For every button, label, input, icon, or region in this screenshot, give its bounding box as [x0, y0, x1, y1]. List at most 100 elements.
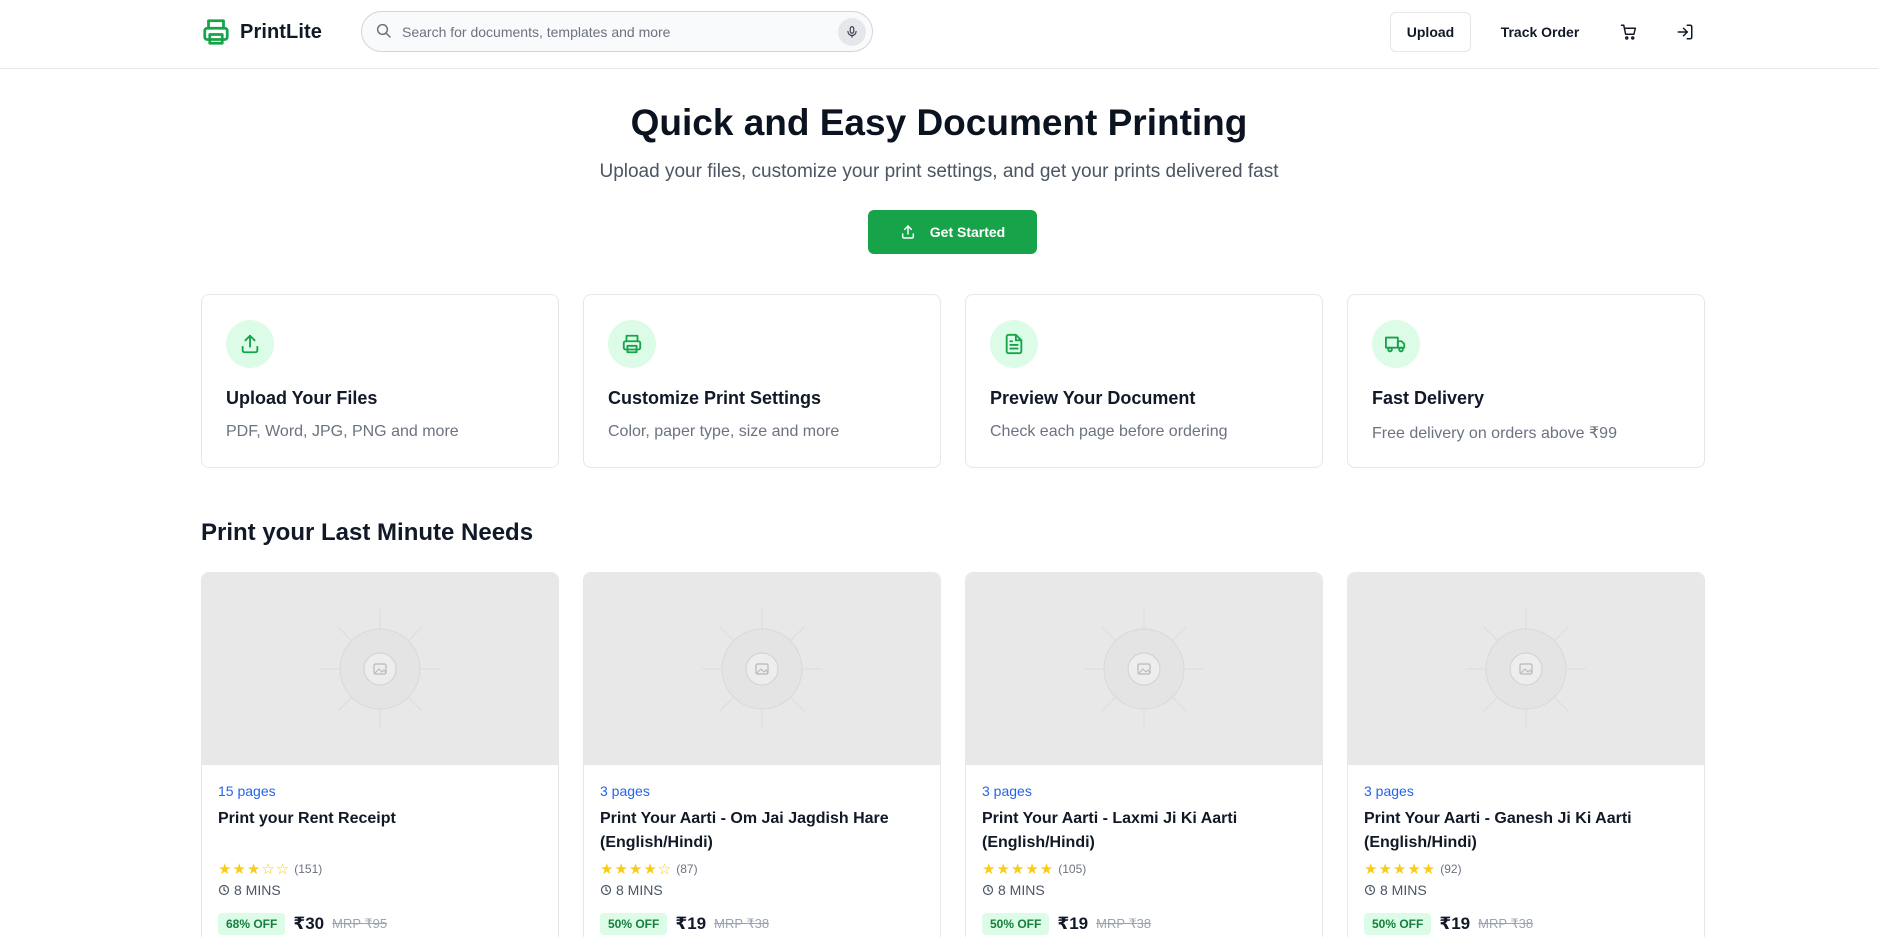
delivery-time: 8 MINS [600, 882, 663, 898]
discount-badge: 50% OFF [1364, 913, 1432, 935]
upload-icon [901, 225, 914, 239]
feature-description: Check each page before ordering [990, 423, 1228, 440]
image-placeholder-icon [320, 609, 440, 729]
search-icon [376, 23, 391, 38]
printer-icon [622, 334, 642, 354]
cart-icon [1620, 24, 1637, 40]
delivery-time-label: 8 MINS [616, 882, 663, 898]
product-card[interactable]: 3 pages Print Your Aarti - Om Jai Jagdis… [583, 572, 941, 937]
product-title: Print your Rent Receipt [218, 810, 396, 827]
price: ₹19 [675, 914, 707, 933]
feature-icon-wrap [608, 320, 656, 368]
product-title: Print Your Aarti - Laxmi Ji Ki Aarti (En… [982, 810, 1238, 851]
star-rating-icon: ★★★★★ [1364, 861, 1437, 878]
brand-logo[interactable]: PrintLite [201, 17, 322, 47]
discount-badge: 50% OFF [600, 913, 668, 935]
get-started-label: Get Started [929, 224, 1006, 240]
cart-button[interactable] [1613, 16, 1645, 48]
upload-icon [241, 334, 259, 354]
page-count: 3 pages [600, 783, 650, 799]
feature-description: Color, paper type, size and more [608, 423, 840, 440]
clock-icon [600, 884, 612, 896]
feature-card-delivery: Fast Delivery Free delivery on orders ab… [1347, 294, 1705, 468]
price-row: 50% OFF ₹19 MRP ₹38 [982, 913, 1151, 935]
rating: ★★★☆☆ (151) [218, 860, 322, 878]
product-card[interactable]: 3 pages Print Your Aarti - Ganesh Ji Ki … [1347, 572, 1705, 937]
hero-subtitle: Upload your files, customize your print … [599, 161, 1279, 182]
delivery-time: 8 MINS [1364, 882, 1427, 898]
truck-icon [1385, 336, 1406, 353]
delivery-time: 8 MINS [982, 882, 1045, 898]
feature-title: Customize Print Settings [608, 388, 822, 408]
mrp: MRP ₹38 [1478, 916, 1534, 931]
product-title: Print Your Aarti - Om Jai Jagdish Hare (… [600, 810, 889, 851]
price: ₹30 [293, 914, 325, 933]
search-bar[interactable] [361, 11, 873, 52]
feature-title: Preview Your Document [990, 388, 1196, 408]
get-started-button[interactable]: Get Started [868, 210, 1037, 254]
brand-name: PrintLite [240, 20, 323, 43]
hero-title: Quick and Easy Document Printing [630, 102, 1248, 143]
price-row: 68% OFF ₹30 MRP ₹95 [218, 913, 387, 935]
image-placeholder-icon [1466, 609, 1586, 729]
mic-icon [847, 26, 857, 38]
search-input[interactable] [402, 18, 822, 46]
price: ₹19 [1057, 914, 1089, 933]
product-title: Print Your Aarti - Ganesh Ji Ki Aarti (E… [1364, 810, 1632, 851]
product-card[interactable]: 3 pages Print Your Aarti - Laxmi Ji Ki A… [965, 572, 1323, 937]
product-image-placeholder [1348, 573, 1704, 765]
feature-description: PDF, Word, JPG, PNG and more [226, 423, 459, 440]
rating: ★★★★★ (105) [982, 860, 1086, 878]
review-count: (92) [1440, 862, 1462, 876]
delivery-time-label: 8 MINS [1380, 882, 1427, 898]
document-icon [1005, 333, 1023, 355]
top-navbar: PrintLite Upload Track Order [0, 0, 1878, 69]
page-count: 3 pages [982, 783, 1032, 799]
mrp: MRP ₹95 [332, 916, 388, 931]
upload-button[interactable]: Upload [1390, 12, 1471, 52]
feature-card-upload: Upload Your Files PDF, Word, JPG, PNG an… [201, 294, 559, 468]
login-button[interactable] [1669, 16, 1701, 48]
page-count: 15 pages [218, 783, 276, 799]
clock-icon [1364, 884, 1376, 896]
discount-badge: 50% OFF [982, 913, 1050, 935]
feature-icon-wrap [990, 320, 1038, 368]
delivery-time-label: 8 MINS [234, 882, 281, 898]
star-rating-icon: ★★★★★ [982, 861, 1055, 878]
delivery-time: 8 MINS [218, 882, 281, 898]
product-image-placeholder [202, 573, 558, 765]
feature-title: Fast Delivery [1372, 388, 1485, 408]
voice-search-button[interactable] [838, 18, 866, 46]
rating: ★★★★★ (92) [1364, 860, 1462, 878]
clock-icon [982, 884, 994, 896]
product-card[interactable]: 15 pages Print your Rent Receipt ★★★☆☆ (… [201, 572, 559, 937]
star-rating-icon: ★★★☆☆ [218, 861, 291, 878]
review-count: (87) [676, 862, 698, 876]
product-image-placeholder [584, 573, 940, 765]
price-row: 50% OFF ₹19 MRP ₹38 [600, 913, 769, 935]
review-count: (151) [294, 862, 323, 876]
mrp: MRP ₹38 [1096, 916, 1152, 931]
mrp: MRP ₹38 [714, 916, 770, 931]
feature-card-preview: Preview Your Document Check each page be… [965, 294, 1323, 468]
image-placeholder-icon [1084, 609, 1204, 729]
section-title: Print your Last Minute Needs [201, 519, 534, 546]
star-rating-icon: ★★★★☆ [600, 861, 673, 878]
feature-card-customize: Customize Print Settings Color, paper ty… [583, 294, 941, 468]
feature-icon-wrap [1372, 320, 1420, 368]
price: ₹19 [1439, 914, 1471, 933]
feature-description: Free delivery on orders above ₹99 [1372, 425, 1617, 442]
printer-icon [203, 19, 229, 45]
delivery-time-label: 8 MINS [998, 882, 1045, 898]
image-placeholder-icon [702, 609, 822, 729]
product-image-placeholder [966, 573, 1322, 765]
rating: ★★★★☆ (87) [600, 860, 698, 878]
discount-badge: 68% OFF [218, 913, 286, 935]
review-count: (105) [1058, 862, 1087, 876]
page-count: 3 pages [1364, 783, 1414, 799]
clock-icon [218, 884, 230, 896]
feature-icon-wrap [226, 320, 274, 368]
price-row: 50% OFF ₹19 MRP ₹38 [1364, 913, 1533, 935]
track-order-button[interactable]: Track Order [1490, 12, 1590, 52]
login-icon [1677, 24, 1693, 40]
